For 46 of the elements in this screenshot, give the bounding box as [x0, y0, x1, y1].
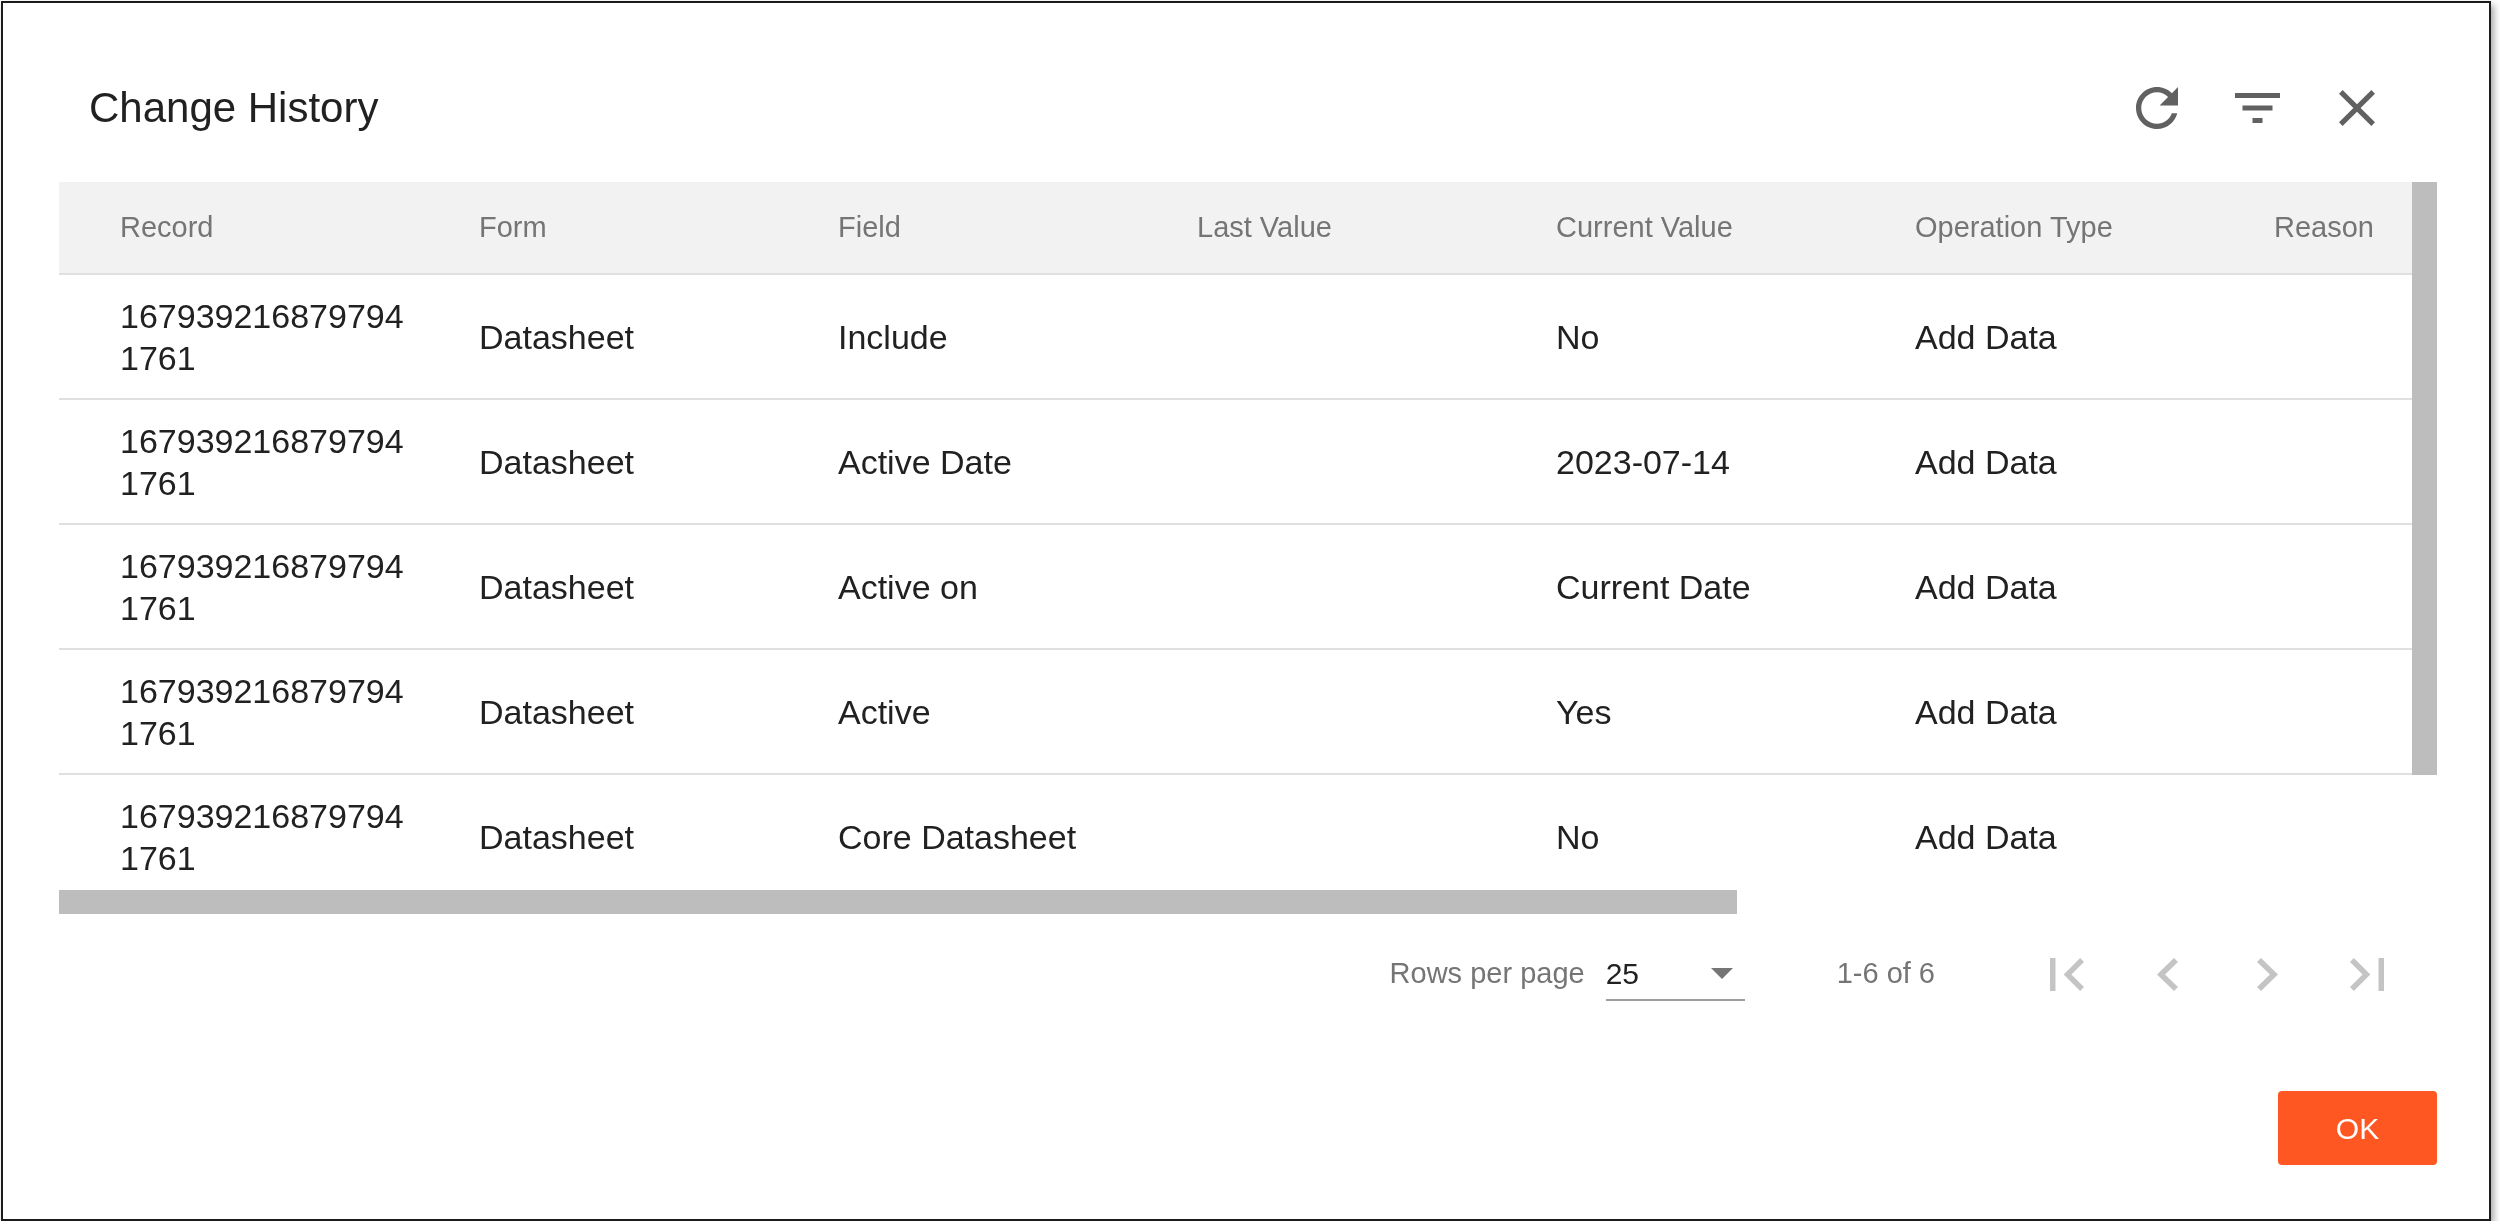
table-cell-text: Add Data — [1914, 691, 2058, 733]
column-header: Current Value — [1555, 209, 1734, 245]
table-cell-text: Datasheet — [478, 817, 635, 858]
table-cell-text: Active on — [837, 566, 979, 608]
column-header: Reason — [2273, 209, 2375, 245]
table-cell-text: No — [1555, 817, 1601, 858]
chevron-right-icon — [2256, 957, 2278, 991]
column-header: Operation Type — [1914, 209, 2114, 245]
column-header: Form — [478, 209, 548, 245]
close-icon — [2339, 90, 2375, 126]
table-cell-text: Core Datasheet — [837, 817, 1078, 858]
table-cell-text: Add Data — [1914, 316, 2058, 358]
refresh-icon — [2136, 87, 2178, 129]
column-header: Record — [119, 209, 215, 245]
caret-icon — [1710, 967, 1733, 979]
vertical-scrollbar-thumb[interactable] — [2412, 182, 2437, 775]
table-cell-text: Yes — [1555, 691, 1613, 733]
chevron-left-icon — [2156, 957, 2178, 991]
table-cell-text: Active — [837, 691, 932, 733]
table-cell-text: Add Data — [1914, 817, 2058, 858]
first-page-icon — [2050, 957, 2084, 991]
table-cell-text: 1679392168797941761 — [119, 420, 405, 504]
table-cell-text: 1679392168797941761 — [119, 796, 405, 879]
table-cell-text: Datasheet — [478, 316, 635, 358]
table-cell-text: Datasheet — [478, 441, 635, 483]
table-cell-text: 1679392168797941761 — [119, 545, 405, 629]
table-cell-text: Current Date — [1555, 566, 1752, 608]
table-cell-text: Add Data — [1914, 566, 2058, 608]
filter-icon — [2234, 93, 2280, 123]
table-cell-text: 1679392168797941761 — [119, 670, 405, 754]
table-cell-text: 1679392168797941761 — [119, 295, 405, 379]
page-range-text: 1-6 of 6 — [1836, 956, 1935, 992]
rows-per-page-label: Rows per page — [1389, 956, 1585, 992]
table-cell-text: Datasheet — [478, 566, 635, 608]
table-cell-text: Active Date — [837, 441, 1013, 483]
table-cell-text: Include — [837, 316, 949, 358]
dialog-title: Change History — [89, 83, 379, 133]
column-header: Field — [837, 209, 902, 245]
table-cell-text: Datasheet — [478, 691, 635, 733]
table-cell-text: Add Data — [1914, 441, 2058, 483]
horizontal-scrollbar-thumb[interactable] — [59, 890, 1737, 914]
last-page-icon — [2350, 957, 2384, 991]
table-cell-text: 2023-07-14 — [1555, 441, 1731, 483]
rows-per-page-select[interactable]: 25 — [1605, 947, 1745, 1001]
column-header: Last Value — [1196, 209, 1333, 245]
table-cell-text: No — [1555, 316, 1601, 358]
